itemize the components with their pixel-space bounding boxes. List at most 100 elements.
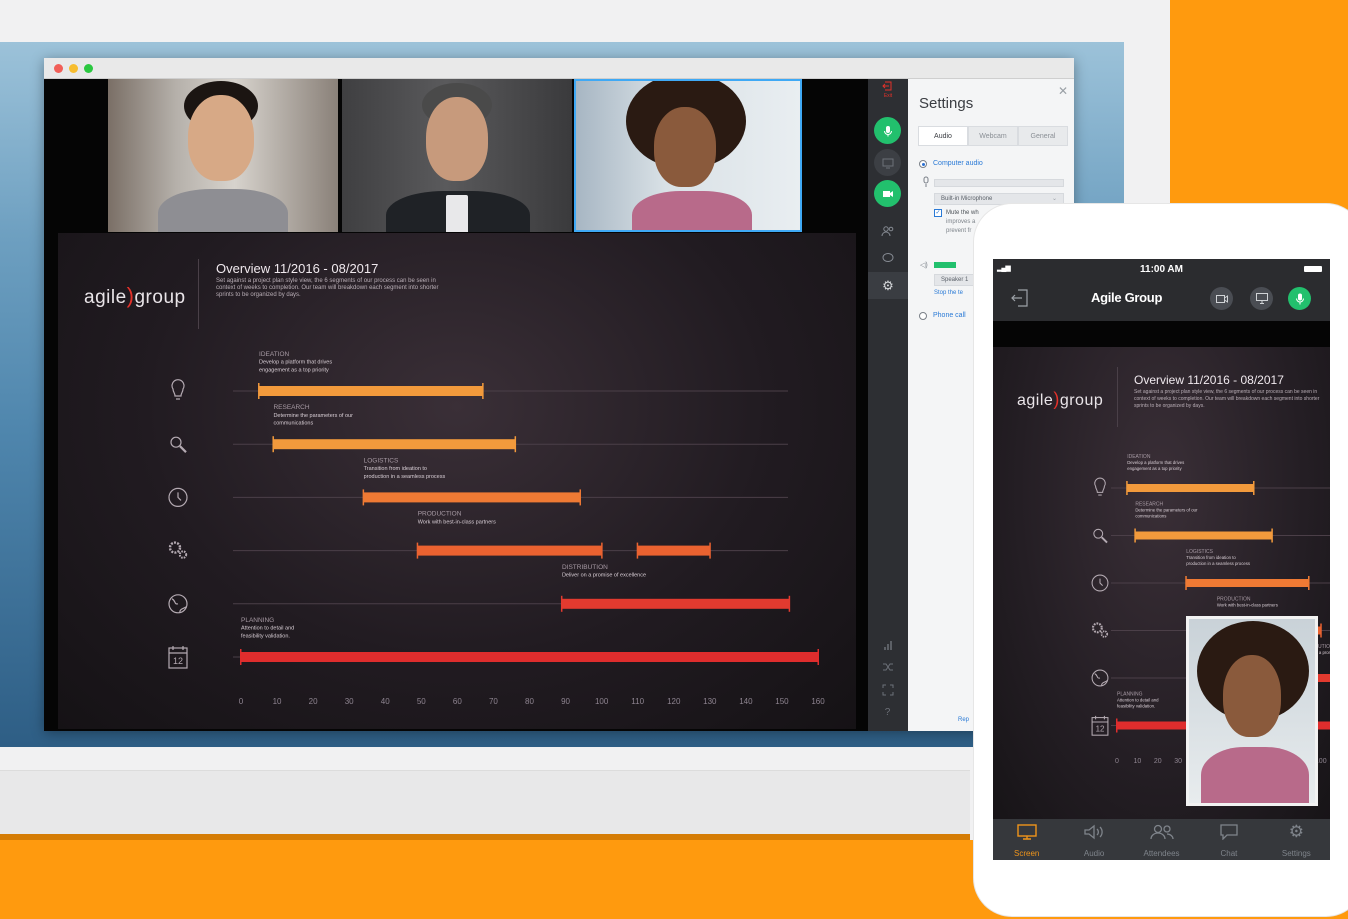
x-tick-label: 50 bbox=[417, 697, 426, 706]
phase-description: Develop a platform that drives bbox=[1127, 460, 1184, 465]
calendar-icon: 12 bbox=[1091, 715, 1109, 736]
close-icon[interactable]: ✕ bbox=[1058, 84, 1068, 98]
webcam-button[interactable] bbox=[874, 180, 901, 207]
webcam-tile-2[interactable] bbox=[342, 79, 572, 232]
microphone-select-value: Built-in Microphone bbox=[941, 196, 993, 202]
webcam-tile-1[interactable] bbox=[108, 79, 338, 232]
camera-icon bbox=[882, 190, 893, 197]
bar-end-cap bbox=[1253, 481, 1255, 495]
gantt-bar-logistics bbox=[1186, 579, 1309, 587]
tab-settings[interactable]: ⚙ Settings bbox=[1263, 819, 1330, 860]
monitor-icon bbox=[882, 158, 893, 168]
bar-end-cap bbox=[1308, 576, 1310, 590]
gantt-bar-research bbox=[273, 439, 516, 450]
lightbulb-icon bbox=[171, 379, 185, 400]
minimize-window-button[interactable] bbox=[69, 64, 78, 73]
close-window-button[interactable] bbox=[54, 64, 63, 73]
gantt-bar-planning bbox=[241, 652, 818, 662]
phase-name: RESEARCH bbox=[273, 404, 309, 411]
x-tick-label: 120 bbox=[667, 697, 681, 706]
mute-help-line-2: prevent fr bbox=[946, 228, 972, 234]
question-icon: ? bbox=[884, 707, 891, 718]
gantt-bar-ideation bbox=[259, 386, 483, 396]
tab-screen[interactable]: Screen bbox=[993, 819, 1060, 860]
x-tick-label: 100 bbox=[595, 697, 609, 706]
tab-attendees-label: Attendees bbox=[1143, 849, 1180, 858]
x-tick-label: 70 bbox=[489, 697, 498, 706]
tab-chat[interactable]: Chat bbox=[1195, 819, 1262, 860]
x-tick-label: 10 bbox=[1133, 758, 1141, 765]
phone-self-view-webcam[interactable] bbox=[1186, 616, 1318, 806]
stop-test-link[interactable]: Stop the te bbox=[934, 290, 963, 296]
exit-icon bbox=[882, 81, 892, 91]
bar-start-cap bbox=[272, 436, 274, 453]
bar-end-cap bbox=[579, 489, 581, 506]
phone-microphone-button[interactable] bbox=[1288, 287, 1311, 310]
phase-description: Develop a platform that drives bbox=[259, 360, 332, 366]
phase-description: Determine the parameters of our bbox=[1135, 508, 1198, 513]
gantt-bar-ideation bbox=[1127, 484, 1254, 492]
speaker-icon: ◁) bbox=[920, 262, 928, 269]
tab-webcam[interactable]: Webcam bbox=[968, 126, 1018, 145]
tab-audio[interactable]: Audio bbox=[1060, 819, 1127, 860]
bar-start-cap bbox=[1116, 718, 1118, 733]
shared-screen-slide: agile)group Overview 11/2016 - 08/2017 S… bbox=[58, 233, 856, 729]
x-tick-label: 150 bbox=[775, 697, 789, 706]
attendee-shirt bbox=[446, 195, 468, 232]
tab-attendees[interactable]: Attendees bbox=[1128, 819, 1195, 860]
tab-audio-label: Audio bbox=[1083, 849, 1105, 858]
exit-icon[interactable] bbox=[1010, 288, 1030, 308]
camera-icon bbox=[1215, 294, 1228, 303]
battery-icon bbox=[1304, 266, 1322, 272]
attendee-face bbox=[654, 107, 716, 187]
exit-label: Exit bbox=[883, 93, 893, 99]
zoom-window-button[interactable] bbox=[84, 64, 93, 73]
bar-chart-icon bbox=[883, 640, 892, 650]
phone-call-radio[interactable] bbox=[919, 312, 927, 320]
calendar-number: 12 bbox=[173, 656, 183, 666]
mute-help-line-1: improves a bbox=[946, 219, 976, 225]
monitor-icon bbox=[1017, 824, 1037, 840]
computer-audio-radio[interactable] bbox=[919, 160, 927, 168]
mute-checkbox[interactable]: ✓ bbox=[934, 209, 942, 217]
webcam-tile-3-active-speaker[interactable] bbox=[574, 79, 802, 232]
phase-description: Work with best-in-class partners bbox=[1217, 603, 1278, 608]
phone-camera-button[interactable] bbox=[1210, 287, 1233, 310]
attendee-face bbox=[188, 95, 254, 181]
gear-icon: ⚙ bbox=[882, 277, 894, 293]
x-tick-label: 40 bbox=[381, 697, 390, 706]
x-tick-label: 0 bbox=[239, 697, 244, 706]
phase-description: Attention to detail and bbox=[241, 626, 294, 632]
laptop-edge bbox=[0, 834, 970, 840]
computer-audio-label[interactable]: Computer audio bbox=[933, 160, 983, 167]
chat-icon bbox=[1220, 824, 1238, 840]
chat-button[interactable] bbox=[874, 244, 901, 271]
help-button[interactable]: ? bbox=[874, 699, 901, 726]
settings-button[interactable]: ⚙ bbox=[868, 272, 908, 299]
tab-general[interactable]: General bbox=[1018, 126, 1068, 145]
phase-description: Attention to detail and bbox=[1117, 698, 1159, 703]
chat-icon bbox=[882, 252, 893, 262]
magnifier-icon bbox=[1093, 528, 1108, 544]
microphone-icon bbox=[883, 125, 892, 136]
phone-call-label[interactable]: Phone call bbox=[933, 312, 966, 319]
microphone-button[interactable] bbox=[874, 117, 901, 144]
report-link[interactable]: Rep bbox=[958, 717, 969, 723]
phone-screen-letterbox bbox=[993, 321, 1330, 347]
attendee-body bbox=[158, 189, 288, 232]
phase-name: DISTRIBUTION bbox=[562, 564, 608, 571]
attendee-scarf bbox=[1201, 747, 1309, 803]
phone-header: Agile Group bbox=[993, 279, 1330, 321]
bar-end-cap bbox=[1271, 528, 1273, 543]
settings-tabs: Audio Webcam General bbox=[918, 126, 1068, 146]
exit-button[interactable]: Exit bbox=[868, 79, 908, 101]
screen-share-button[interactable] bbox=[874, 149, 901, 176]
gantt-bar-research bbox=[1135, 531, 1272, 540]
attendees-button[interactable] bbox=[874, 217, 901, 244]
phase-description: engagement as a top priority bbox=[259, 367, 329, 373]
meeting-stage: agile)group Overview 11/2016 - 08/2017 S… bbox=[44, 79, 868, 731]
tab-audio[interactable]: Audio bbox=[918, 126, 968, 145]
gear-icon: ⚙ bbox=[1288, 822, 1304, 841]
phone-screen-button[interactable] bbox=[1250, 287, 1273, 310]
bar-start-cap bbox=[636, 542, 639, 559]
